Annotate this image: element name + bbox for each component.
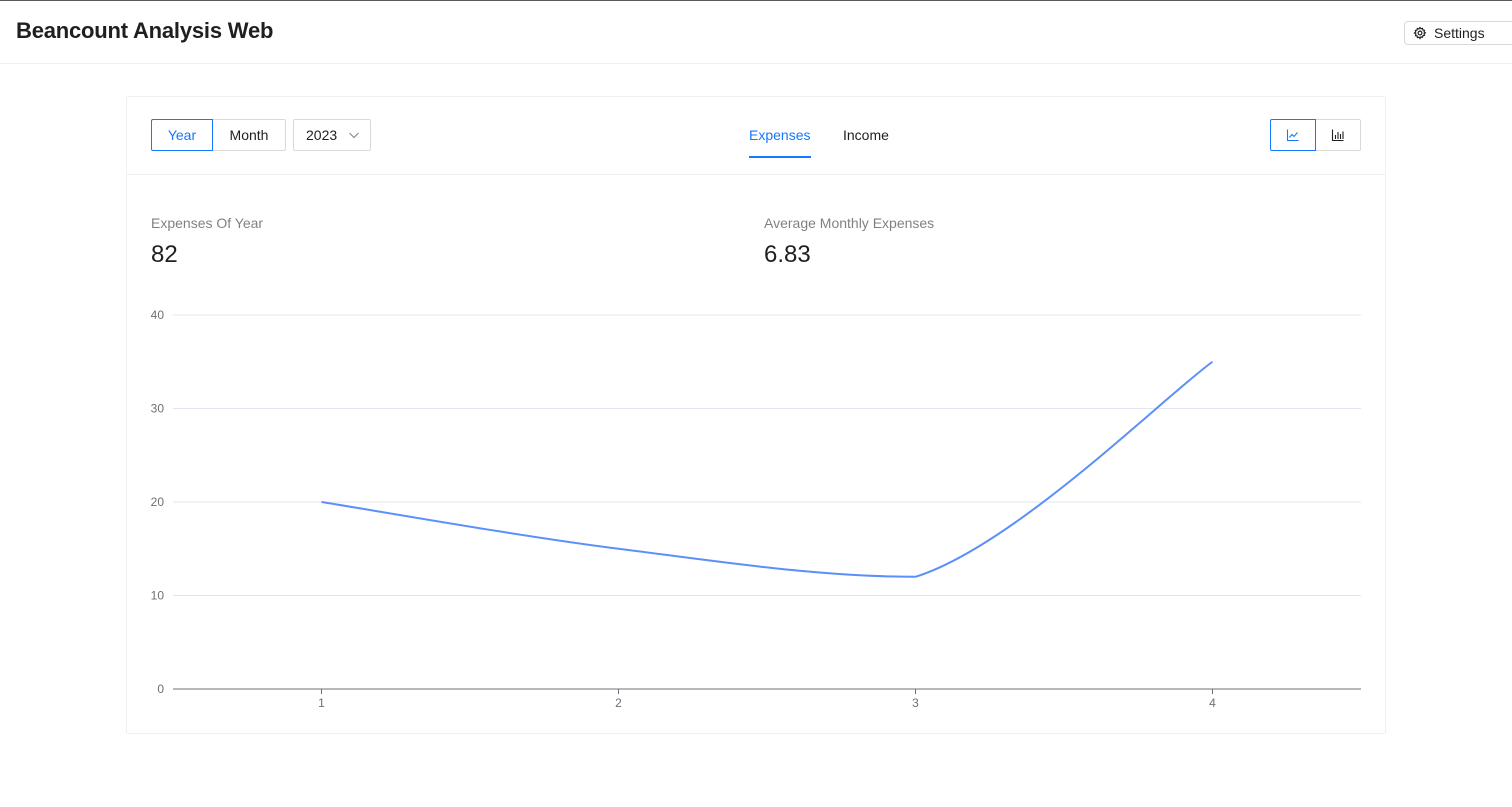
analysis-card: Year Month 2023 Expenses Income Expenses…	[126, 96, 1386, 734]
y-tick-label: 0	[157, 682, 164, 696]
app-header: Beancount Analysis Web Settings	[0, 1, 1512, 64]
x-tick-label: 1	[318, 696, 325, 710]
gear-icon	[1413, 26, 1427, 40]
y-tick-label: 10	[151, 589, 165, 603]
expenses-line-chart: 0 10 20 30 40 1 2 3 4	[151, 308, 1361, 710]
settings-label: Settings	[1434, 25, 1485, 41]
x-tick-label: 3	[912, 696, 919, 710]
y-tick-label: 40	[151, 308, 165, 322]
period-year-button[interactable]: Year	[151, 119, 213, 151]
x-tick-label: 2	[615, 696, 622, 710]
y-tick-label: 30	[151, 402, 165, 416]
line-chart-icon	[1286, 129, 1299, 142]
x-tick-label: 4	[1209, 696, 1216, 710]
settings-button[interactable]: Settings	[1404, 21, 1512, 45]
line-chart-view-button[interactable]	[1270, 119, 1316, 151]
series-line	[321, 360, 1214, 578]
y-tick-label: 20	[151, 495, 165, 509]
app-title: Beancount Analysis Web	[16, 18, 274, 43]
